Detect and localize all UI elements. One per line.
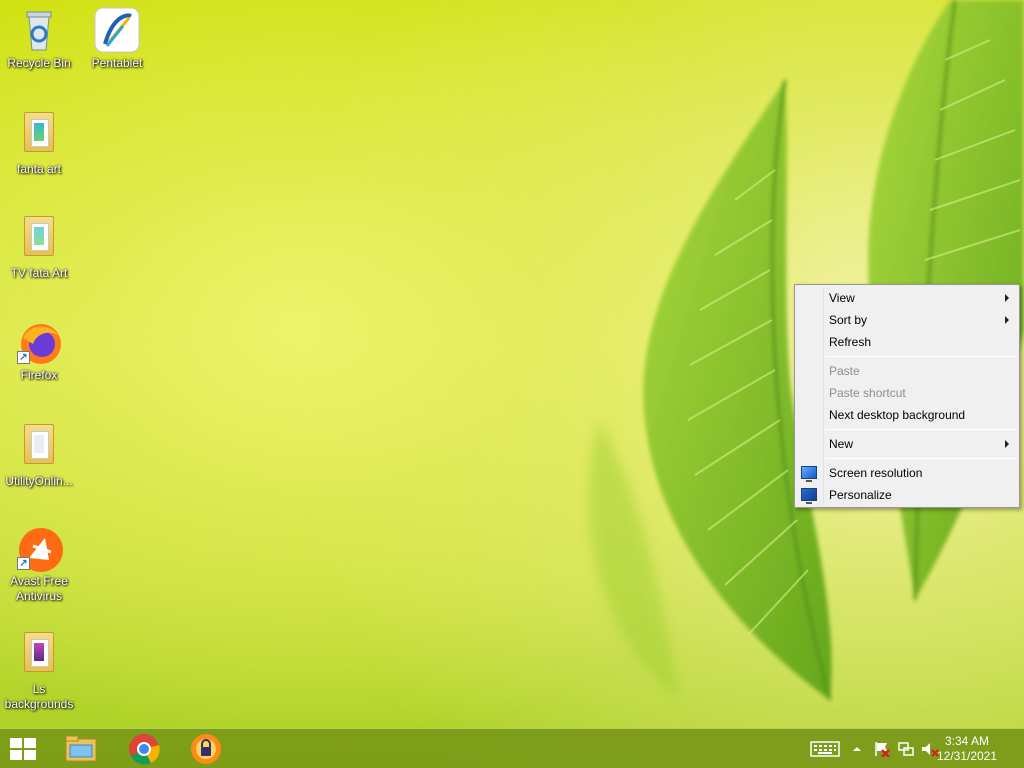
menu-separator xyxy=(825,429,1017,430)
menu-item-paste[interactable]: Paste xyxy=(795,360,1019,382)
shortcut-arrow-icon: ↗ xyxy=(17,557,30,570)
menu-item-label: Personalize xyxy=(829,488,892,502)
menu-separator xyxy=(825,458,1017,459)
network-icon[interactable] xyxy=(898,741,914,757)
taskbar-chrome[interactable] xyxy=(116,729,172,768)
folder-icon xyxy=(15,112,63,160)
desktop-icon-utilityonline[interactable]: UtilityOnlin... xyxy=(0,420,78,489)
menu-item-new[interactable]: New xyxy=(795,433,1019,455)
pentablet-icon xyxy=(93,6,141,54)
desktop-icon-label: Firefox xyxy=(20,368,58,382)
firefox-icon: ↗ xyxy=(15,318,63,366)
menu-item-label: Paste xyxy=(829,364,860,378)
avast-icon: ↗ xyxy=(15,524,63,572)
menu-item-paste-shortcut[interactable]: Paste shortcut xyxy=(795,382,1019,404)
menu-item-label: Screen resolution xyxy=(829,466,923,480)
desktop-context-menu: View Sort by Refresh Paste Paste shortcu… xyxy=(794,284,1020,508)
submenu-arrow-icon xyxy=(1005,294,1009,302)
menu-separator xyxy=(825,356,1017,357)
taskbar-avast-secure-browser[interactable] xyxy=(178,729,234,768)
menu-item-label: Paste shortcut xyxy=(829,386,906,400)
menu-item-next-desktop-background[interactable]: Next desktop background xyxy=(795,404,1019,426)
menu-item-refresh[interactable]: Refresh xyxy=(795,331,1019,353)
menu-item-label: View xyxy=(829,291,855,305)
menu-item-label: Refresh xyxy=(829,335,872,349)
menu-item-label: Next desktop background xyxy=(829,408,966,422)
menu-item-label: New xyxy=(829,437,854,451)
desktop-icon-tv-fata-art[interactable]: TV fata Art xyxy=(0,212,78,281)
desktop-icon-label: UtilityOnlin... xyxy=(5,474,73,488)
taskbar: 3:34 AM 12/31/2021 xyxy=(0,728,1024,768)
submenu-arrow-icon xyxy=(1005,316,1009,324)
show-hidden-icons-chevron[interactable] xyxy=(852,741,862,757)
action-center-flag-icon[interactable] xyxy=(874,741,890,757)
chrome-icon xyxy=(129,734,160,765)
folder-icon xyxy=(15,424,63,472)
folder-icon xyxy=(15,632,63,680)
taskbar-clock[interactable]: 3:34 AM 12/31/2021 xyxy=(932,734,1002,764)
windows-logo-icon xyxy=(10,738,38,760)
desktop-icon-label: Pentablet xyxy=(91,56,143,70)
desktop-icon-firefox[interactable]: ↗ Firefox xyxy=(0,318,78,383)
desktop-icon-label: Ls backgrounds xyxy=(4,682,74,711)
recycle-bin-icon xyxy=(15,6,63,54)
menu-item-screen-resolution[interactable]: Screen resolution xyxy=(795,462,1019,484)
avast-browser-icon xyxy=(191,734,221,764)
desktop-icon-label: Avast Free Antivirus xyxy=(10,574,68,603)
menu-item-label: Sort by xyxy=(829,313,868,327)
menu-item-personalize[interactable]: Personalize xyxy=(795,484,1019,506)
desktop-icon-recycle-bin[interactable]: Recycle Bin xyxy=(0,6,78,71)
keyboard-icon[interactable] xyxy=(810,741,840,757)
desktop-icon-label: TV fata Art xyxy=(10,266,68,280)
start-button[interactable] xyxy=(0,729,48,768)
desktop-icon-fanta-art[interactable]: fanta art xyxy=(0,108,78,177)
menu-item-sort-by[interactable]: Sort by xyxy=(795,309,1019,331)
menu-item-view[interactable]: View xyxy=(795,287,1019,309)
personalize-icon xyxy=(801,488,817,504)
taskbar-file-explorer[interactable] xyxy=(54,729,110,768)
monitor-icon xyxy=(801,466,817,482)
desktop-icon-pentablet[interactable]: Pentablet xyxy=(78,6,156,71)
folder-icon xyxy=(15,216,63,264)
clock-date: 12/31/2021 xyxy=(936,749,998,763)
file-explorer-icon xyxy=(65,735,97,762)
desktop-icon-label: fanta art xyxy=(16,162,62,176)
clock-time: 3:34 AM xyxy=(944,734,990,748)
desktop-icon-avast[interactable]: ↗ Avast Free Antivirus xyxy=(0,524,78,604)
submenu-arrow-icon xyxy=(1005,440,1009,448)
shortcut-arrow-icon: ↗ xyxy=(17,351,30,364)
desktop-icon-label: Recycle Bin xyxy=(7,56,71,70)
desktop-icon-ls-backgrounds[interactable]: Ls backgrounds xyxy=(0,628,78,712)
